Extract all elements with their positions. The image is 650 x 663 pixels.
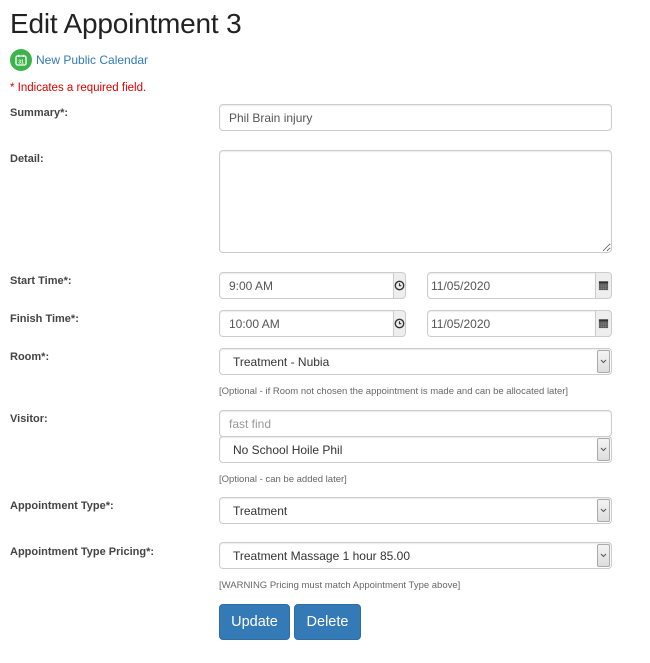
finish-time-group xyxy=(219,310,406,337)
page-title: Edit Appointment 3 xyxy=(10,8,242,39)
update-button[interactable]: Update xyxy=(219,604,290,640)
finish-date-group xyxy=(427,310,612,337)
calendar-icon xyxy=(598,319,609,329)
room-select[interactable]: Treatment - Nubia xyxy=(219,348,612,375)
room-selected-value: Treatment - Nubia xyxy=(233,354,330,369)
visitor-fast-find-input[interactable] xyxy=(219,410,612,437)
pricing-selected-value: Treatment Massage 1 hour 85.00 xyxy=(233,548,410,563)
chevron-down-icon xyxy=(597,350,610,373)
summary-label: Summary*: xyxy=(10,107,69,119)
visitor-help-text: [Optional - can be added later] xyxy=(219,474,347,485)
calendar-icon: 31 xyxy=(10,49,32,71)
summary-input[interactable] xyxy=(219,104,612,131)
start-date-picker-button[interactable] xyxy=(596,272,612,299)
required-field-note: * Indicates a required field. xyxy=(10,82,147,94)
visitor-select[interactable]: No School Hoile Phil xyxy=(219,436,612,463)
finish-time-input[interactable] xyxy=(219,310,394,337)
new-public-calendar-link[interactable]: 31 New Public Calendar xyxy=(10,49,148,71)
start-time-input[interactable] xyxy=(219,272,394,299)
appointment-type-select[interactable]: Treatment xyxy=(219,497,612,524)
pricing-label: Appointment Type Pricing*: xyxy=(10,546,155,558)
start-time-picker-button[interactable] xyxy=(394,272,406,299)
detail-textarea[interactable] xyxy=(219,150,612,253)
chevron-down-icon xyxy=(597,438,610,461)
room-label: Room*: xyxy=(10,351,50,363)
appointment-type-selected-value: Treatment xyxy=(233,503,288,518)
visitor-selected-value: No School Hoile Phil xyxy=(233,442,343,457)
finish-date-input[interactable] xyxy=(427,310,596,337)
detail-label: Detail: xyxy=(10,153,44,165)
visitor-label: Visitor: xyxy=(10,413,48,425)
clock-icon xyxy=(394,318,405,329)
chevron-down-icon xyxy=(597,499,610,522)
new-public-calendar-label[interactable]: New Public Calendar xyxy=(36,53,148,67)
svg-text:31: 31 xyxy=(18,60,24,66)
start-date-input[interactable] xyxy=(427,272,596,299)
appointment-type-label: Appointment Type*: xyxy=(10,500,114,512)
finish-date-picker-button[interactable] xyxy=(596,310,612,337)
calendar-icon xyxy=(598,281,609,291)
finish-time-label: Finish Time*: xyxy=(10,313,79,325)
start-time-group xyxy=(219,272,406,299)
pricing-warning-text: [WARNING Pricing must match Appointment … xyxy=(219,580,461,591)
start-time-label: Start Time*: xyxy=(10,275,72,287)
clock-icon xyxy=(394,280,405,291)
room-help-text: [Optional - if Room not chosen the appoi… xyxy=(219,386,569,397)
start-date-group xyxy=(427,272,612,299)
delete-button[interactable]: Delete xyxy=(294,604,361,640)
finish-time-picker-button[interactable] xyxy=(394,310,406,337)
pricing-select[interactable]: Treatment Massage 1 hour 85.00 xyxy=(219,542,612,569)
chevron-down-icon xyxy=(597,544,610,567)
